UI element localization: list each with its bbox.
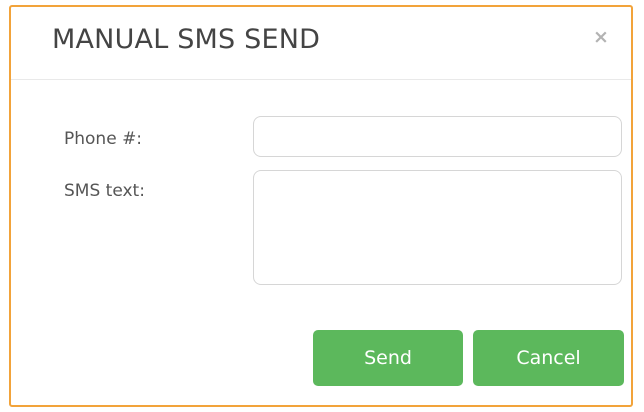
send-button[interactable]: Send [313, 330, 463, 386]
dialog-title: MANUAL SMS SEND [52, 24, 321, 55]
cancel-button[interactable]: Cancel [473, 330, 624, 386]
phone-label: Phone #: [64, 129, 143, 149]
phone-input[interactable] [253, 116, 622, 157]
dialog-header: MANUAL SMS SEND × [11, 7, 631, 80]
sms-text-input[interactable] [253, 170, 622, 285]
sms-send-dialog: MANUAL SMS SEND × Phone #: SMS text: Sen… [9, 5, 633, 407]
close-icon[interactable]: × [590, 26, 612, 48]
sms-text-label: SMS text: [64, 181, 145, 201]
